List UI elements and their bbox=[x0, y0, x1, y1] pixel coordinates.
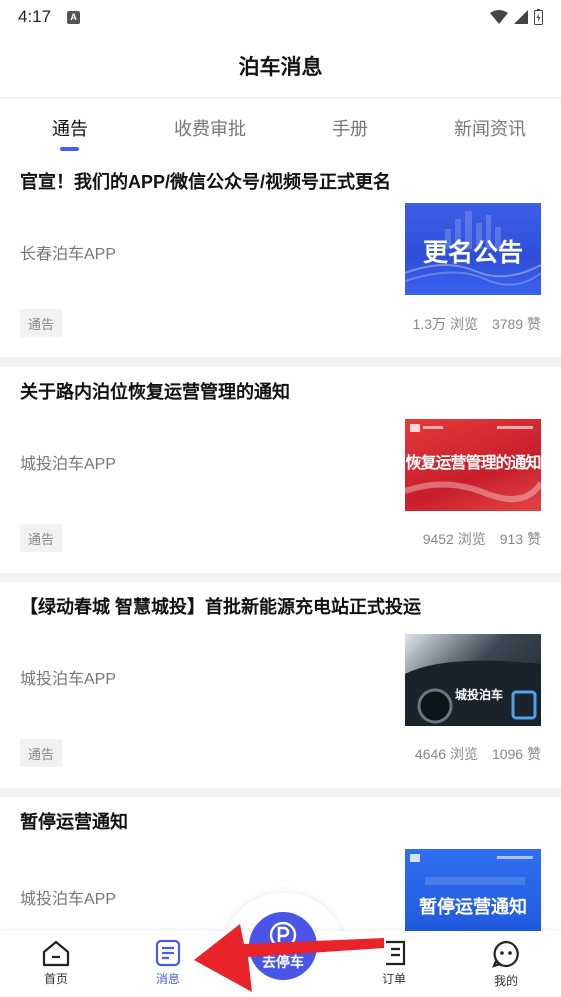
signal-icon bbox=[514, 10, 528, 24]
page-title: 泊车消息 bbox=[238, 55, 323, 79]
order-list-icon bbox=[386, 940, 406, 966]
tab-manual[interactable]: 手册 bbox=[310, 99, 390, 157]
like-count: 913 赞 bbox=[499, 531, 541, 547]
user-face-icon bbox=[492, 940, 519, 968]
nav-mine[interactable]: 我的 bbox=[466, 931, 546, 997]
article-source: 城投泊车APP bbox=[20, 891, 117, 908]
tab-label: 新闻资讯 bbox=[454, 119, 526, 139]
article-title: 暂停运营通知 bbox=[20, 812, 128, 832]
article-title: 【绿动春城 智慧城投】首批新能源充电站正式投运 bbox=[20, 597, 421, 617]
message-doc-icon bbox=[155, 939, 181, 967]
thumbnail-caption: 城投泊车 bbox=[455, 688, 504, 702]
status-time: 4:17 bbox=[18, 7, 52, 26]
tab-label: 手册 bbox=[332, 119, 368, 139]
article-stats: 4646 浏览 1096 赞 bbox=[415, 744, 541, 764]
article-card[interactable]: 【绿动春城 智慧城投】首批新能源充电站正式投运 城投泊车APP 城投泊车 通告 … bbox=[0, 582, 561, 788]
page-header: 泊车消息 bbox=[0, 34, 561, 98]
notification-icon: A bbox=[67, 10, 81, 24]
article-title: 关于路内泊位恢复运营管理的通知 bbox=[20, 382, 290, 402]
like-count: 3789 赞 bbox=[491, 316, 541, 332]
tab-fee-approval[interactable]: 收费审批 bbox=[160, 99, 260, 157]
article-card[interactable]: 官宣！我们的APP/微信公众号/视频号正式更名 长春泊车APP 更名公告 通告 … bbox=[0, 157, 561, 357]
article-stats: 1.3万 浏览 3789 赞 bbox=[413, 314, 541, 334]
article-tag: 通告 bbox=[20, 739, 63, 767]
article-thumbnail: 暂停运营通知 bbox=[405, 849, 541, 941]
nav-label: 我的 bbox=[493, 974, 518, 988]
view-count: 4646 浏览 bbox=[414, 746, 478, 762]
article-tag: 通告 bbox=[20, 309, 63, 337]
nav-messages[interactable]: 消息 bbox=[128, 931, 208, 997]
article-thumbnail: 恢复运营管理的通知 bbox=[405, 419, 541, 511]
nav-label: 订单 bbox=[381, 972, 406, 986]
article-thumbnail: 更名公告 bbox=[405, 203, 541, 295]
status-bar: 4:17 A bbox=[0, 0, 561, 34]
tab-label: 收费审批 bbox=[174, 119, 246, 139]
wifi-icon bbox=[490, 10, 508, 24]
article-source: 城投泊车APP bbox=[20, 456, 117, 473]
like-count: 1096 赞 bbox=[491, 746, 541, 762]
view-count: 1.3万 浏览 bbox=[412, 316, 478, 332]
article-stats: 9452 浏览 913 赞 bbox=[423, 529, 541, 549]
tab-bar: 通告 收费审批 手册 新闻资讯 bbox=[0, 99, 561, 157]
tab-label: 通告 bbox=[52, 119, 88, 139]
view-count: 9452 浏览 bbox=[422, 531, 486, 547]
nav-orders[interactable]: 订单 bbox=[354, 931, 434, 997]
tab-news[interactable]: 新闻资讯 bbox=[440, 99, 540, 157]
thumbnail-caption: 恢复运营管理的通知 bbox=[405, 453, 541, 472]
home-icon bbox=[42, 940, 70, 967]
article-thumbnail: 城投泊车 bbox=[405, 634, 541, 726]
ev-car-graphic bbox=[405, 660, 541, 726]
article-source: 长春泊车APP bbox=[20, 246, 117, 263]
nav-label: 首页 bbox=[43, 972, 68, 986]
thumbnail-caption: 更名公告 bbox=[422, 238, 523, 267]
thumbnail-caption: 暂停运营通知 bbox=[419, 897, 527, 918]
active-tab-indicator bbox=[60, 147, 79, 151]
parking-icon bbox=[269, 921, 297, 949]
battery-icon bbox=[534, 9, 543, 25]
go-park-label: 去停车 bbox=[262, 954, 304, 970]
article-title: 官宣！我们的APP/微信公众号/视频号正式更名 bbox=[20, 172, 392, 192]
nav-label: 消息 bbox=[155, 972, 180, 986]
nav-home[interactable]: 首页 bbox=[16, 931, 96, 997]
go-park-button[interactable]: 去停车 bbox=[249, 912, 317, 980]
article-source: 城投泊车APP bbox=[20, 671, 117, 688]
status-icons bbox=[490, 9, 543, 25]
article-card[interactable]: 关于路内泊位恢复运营管理的通知 城投泊车APP 恢复运营管理的通知 通告 945… bbox=[0, 367, 561, 573]
article-tag: 通告 bbox=[20, 524, 63, 552]
